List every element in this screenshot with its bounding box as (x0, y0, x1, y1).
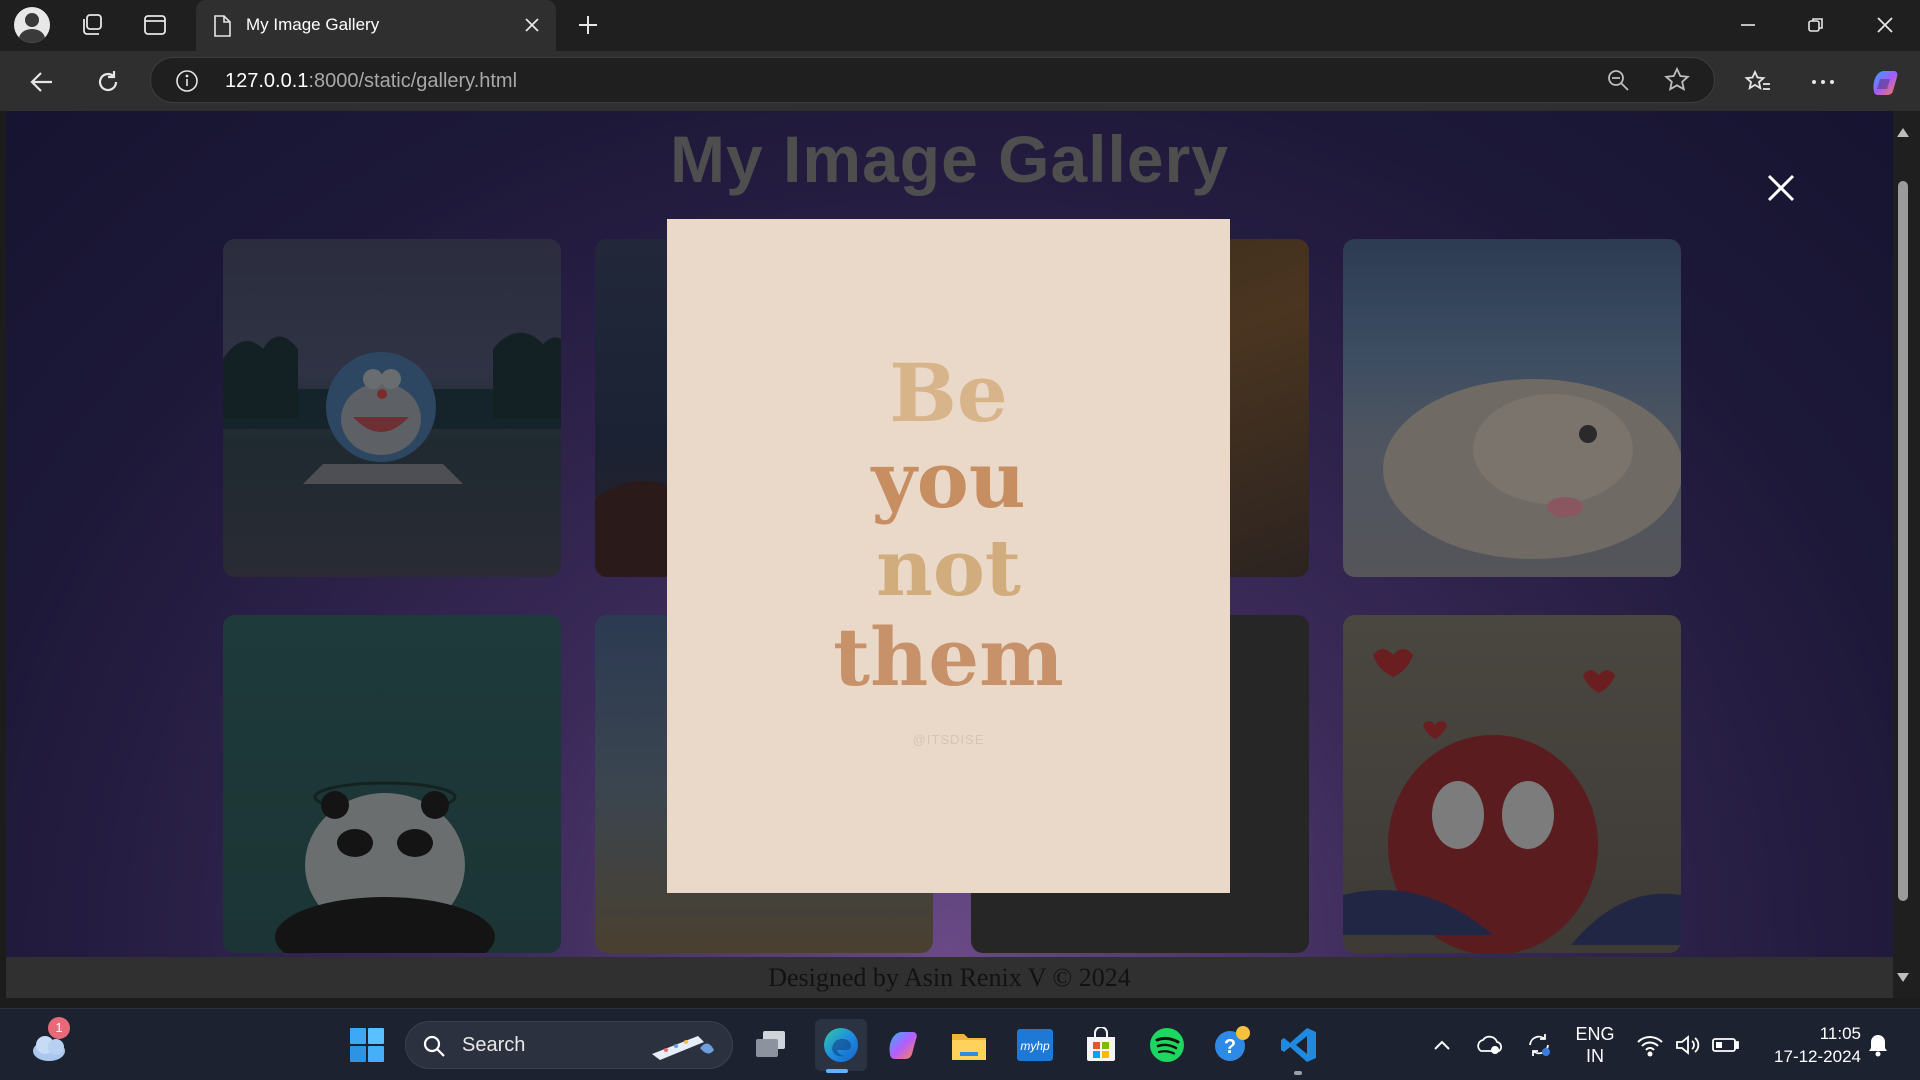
quote-line-4: them (833, 610, 1064, 704)
quote-artwork: Be you not them (667, 349, 1230, 701)
taskbar-search[interactable]: Search (405, 1021, 733, 1069)
myhp-icon[interactable]: myhp (1013, 1023, 1057, 1067)
active-app-indicator (826, 1069, 848, 1073)
footer-text: Designed by Asin Renix V © 2024 (768, 963, 1131, 992)
onedrive-icon[interactable] (1468, 1023, 1512, 1067)
clock-time: 11:05 (1819, 1024, 1861, 1043)
image-credit: @ITSDISE (912, 732, 985, 747)
spotify-icon[interactable] (1145, 1023, 1189, 1067)
web-page: My Image Gallery Designed by Asin Renix … (6, 111, 1893, 998)
task-view-icon[interactable] (749, 1023, 793, 1067)
restore-icon[interactable] (1786, 5, 1846, 45)
new-tab-icon[interactable] (570, 7, 606, 43)
notifications-bell-icon[interactable] (1858, 1023, 1898, 1067)
language-indicator[interactable]: ENG IN (1570, 1023, 1620, 1067)
minimize-icon[interactable] (1718, 5, 1778, 45)
page-footer: Designed by Asin Renix V © 2024 (6, 957, 1893, 998)
start-windows-icon[interactable] (345, 1023, 389, 1067)
tab-close-icon[interactable] (520, 13, 544, 37)
search-highlight-icon (648, 1028, 718, 1066)
site-info-icon[interactable] (175, 69, 199, 97)
search-label: Search (462, 1034, 526, 1056)
taskbar: 1 Search myhp ? ENG IN 11:05 17-12-2024 (0, 1008, 1920, 1080)
refresh-icon[interactable] (88, 62, 128, 102)
region-code: IN (1586, 1046, 1604, 1066)
copilot-icon[interactable] (1865, 62, 1905, 102)
tab-my-image-gallery[interactable]: My Image Gallery (196, 0, 556, 51)
zoom-out-icon[interactable] (1606, 68, 1630, 96)
weather-widget[interactable]: 1 (26, 1017, 74, 1067)
microsoft-store-icon[interactable] (1079, 1023, 1123, 1067)
search-icon (422, 1034, 446, 1062)
copilot-taskbar-icon[interactable] (881, 1023, 925, 1067)
favorites-icon[interactable] (1738, 62, 1778, 102)
address-bar[interactable]: 127.0.0.1:8000/static/gallery.html (150, 57, 1715, 103)
page-icon (212, 14, 232, 42)
page-scrollbar[interactable] (1893, 111, 1920, 998)
vscode-icon[interactable] (1277, 1023, 1321, 1067)
modal-close-icon[interactable] (1761, 168, 1801, 208)
more-options-icon[interactable] (1803, 62, 1843, 102)
close-window-icon[interactable] (1855, 5, 1915, 45)
browser-titlebar: My Image Gallery (0, 0, 1920, 51)
quote-line-2: you (871, 435, 1026, 526)
file-explorer-icon[interactable] (947, 1023, 991, 1067)
weather-badge: 1 (48, 1017, 70, 1039)
show-hidden-icons-chevron-icon[interactable] (1420, 1023, 1464, 1067)
gallery-card-white-puppy[interactable] (1343, 239, 1681, 577)
gallery-card-spiderman[interactable] (1343, 615, 1681, 953)
get-help-icon[interactable]: ? (1211, 1023, 1255, 1067)
tab-title: My Image Gallery (246, 15, 380, 34)
back-icon[interactable] (22, 62, 62, 102)
running-app-indicator (1294, 1071, 1302, 1075)
clock-date: 17-12-2024 (1774, 1047, 1861, 1066)
browser-toolbar: 127.0.0.1:8000/static/gallery.html (0, 51, 1920, 111)
edge-browser-icon[interactable] (815, 1019, 867, 1071)
gallery-card-panda[interactable] (223, 615, 561, 953)
quote-line-1: Be (889, 346, 1008, 440)
scrollbar-thumb[interactable] (1898, 181, 1908, 901)
favorite-star-icon[interactable] (1664, 66, 1690, 97)
gallery-card-doraemon[interactable] (223, 239, 561, 577)
sync-icon[interactable] (1517, 1023, 1561, 1067)
modal-image: Be you not them @ITSDISE (667, 219, 1230, 893)
workspaces-icon[interactable] (74, 7, 110, 43)
scroll-up-arrow-icon[interactable] (1896, 123, 1910, 142)
page-title: My Image Gallery (670, 122, 1229, 196)
svg-text:myhp: myhp (1020, 1039, 1050, 1053)
battery-icon[interactable] (1704, 1023, 1748, 1067)
quote-line-3: not (876, 523, 1021, 614)
profile-avatar-icon (14, 7, 50, 43)
svg-text:?: ? (1224, 1036, 1236, 1058)
clock[interactable]: 11:05 17-12-2024 (1755, 1022, 1861, 1068)
scroll-down-arrow-icon[interactable] (1896, 969, 1910, 988)
vertical-tabs-icon[interactable] (137, 7, 173, 43)
profile-button[interactable] (14, 7, 50, 43)
url-text: 127.0.0.1:8000/static/gallery.html (225, 70, 518, 92)
language-code: ENG (1575, 1024, 1615, 1044)
